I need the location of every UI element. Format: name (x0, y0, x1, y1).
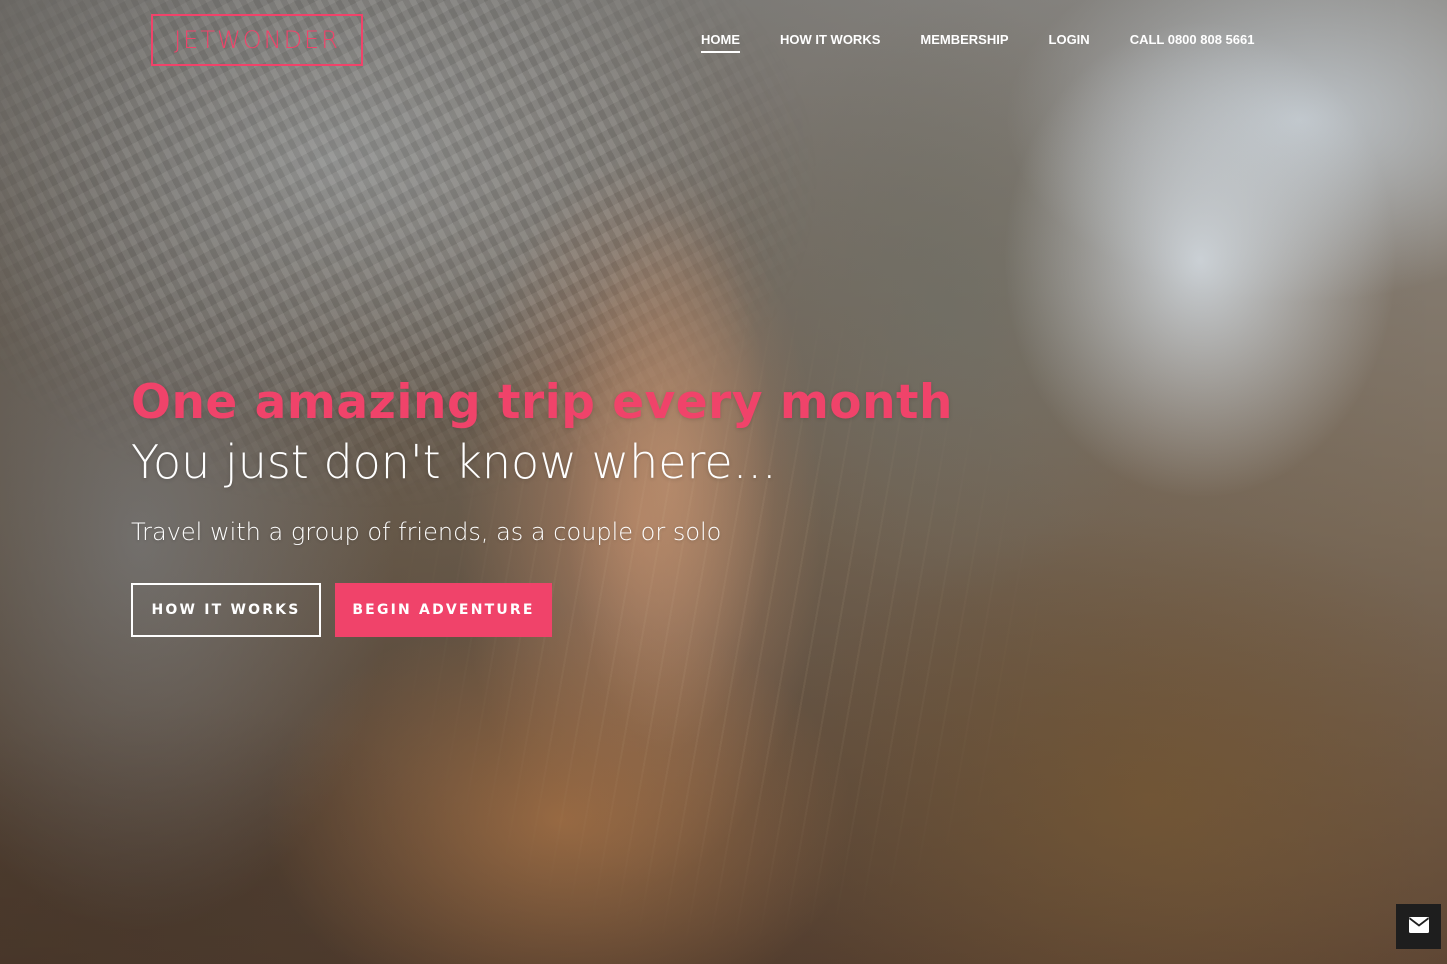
how-it-works-button[interactable]: HOW IT WORKS (131, 583, 321, 637)
nav-home[interactable]: HOME (701, 31, 740, 53)
nav-call-phone[interactable]: CALL 0800 808 5661 (1130, 31, 1255, 53)
main-nav: HOME HOW IT WORKS MEMBERSHIP LOGIN CALL … (701, 31, 1254, 53)
nav-login[interactable]: LOGIN (1049, 31, 1090, 53)
nav-membership[interactable]: MEMBERSHIP (920, 31, 1008, 53)
envelope-icon (1408, 916, 1429, 937)
nav-how-it-works[interactable]: HOW IT WORKS (780, 31, 880, 53)
hero-headline: One amazing trip every month (131, 375, 953, 430)
hero-buttons: HOW IT WORKS BEGIN ADVENTURE (131, 583, 552, 637)
hero-subheadline: You just don't know where... (131, 435, 777, 489)
jetwonder-logo[interactable]: JETWONDER (151, 14, 363, 66)
hero-content: One amazing trip every month You just do… (131, 374, 1031, 549)
begin-adventure-button[interactable]: BEGIN ADVENTURE (335, 583, 552, 637)
contact-button[interactable] (1396, 904, 1441, 949)
site-header: JETWONDER HOME HOW IT WORKS MEMBERSHIP L… (0, 0, 1447, 80)
hero-tagline: Travel with a group of friends, as a cou… (131, 518, 722, 546)
